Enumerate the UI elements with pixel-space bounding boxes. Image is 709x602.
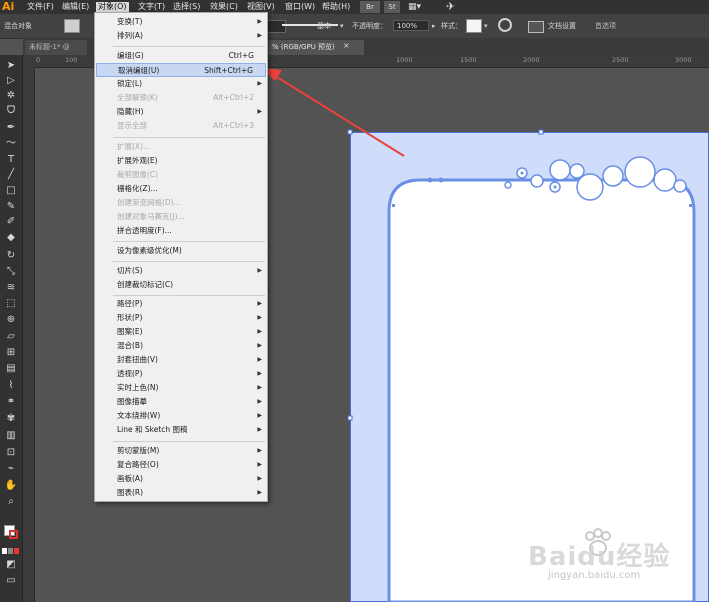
- selection-handle[interactable]: [347, 129, 353, 135]
- menu-item-unlock-all[interactable]: 全部解锁(K) Alt+Ctrl+2: [96, 91, 266, 105]
- menu-item-object-mosaic[interactable]: 创建对象马赛克(J)...: [96, 210, 266, 224]
- submenu-arrow-icon: ▶: [257, 412, 262, 419]
- menu-item-pattern[interactable]: 图案(E) ▶: [96, 325, 266, 339]
- menu-item-group[interactable]: 编组(G) Ctrl+G: [96, 49, 266, 63]
- submenu-arrow-icon: ▶: [257, 356, 262, 363]
- menu-item-live-paint[interactable]: 实时上色(N) ▶: [96, 381, 266, 395]
- menu-item-compound-path[interactable]: 复合路径(O) ▶: [96, 458, 266, 472]
- menu-item-arrange[interactable]: 排列(A) ▶: [96, 29, 266, 43]
- baidu-watermark: Baidu经验 jingyan.baidu.com: [518, 528, 688, 588]
- menu-divider: [113, 295, 265, 296]
- submenu-arrow-icon: ▶: [257, 328, 262, 335]
- menu-item-shape[interactable]: 形状(P) ▶: [96, 311, 266, 325]
- submenu-arrow-icon: ▶: [257, 267, 262, 274]
- menu-item-perspective[interactable]: 透视(P) ▶: [96, 367, 266, 381]
- menu-item-lock[interactable]: 锁定(L) ▶: [96, 77, 266, 91]
- menu-item-rasterize[interactable]: 栅格化(Z)...: [96, 182, 266, 196]
- submenu-arrow-icon: ▶: [257, 398, 262, 405]
- menu-item-slice[interactable]: 切片(S) ▶: [96, 264, 266, 278]
- menu-item-flatten-transparency[interactable]: 拼合透明度(F)...: [96, 224, 266, 238]
- submenu-arrow-icon: ▶: [257, 475, 262, 482]
- menu-item-hide[interactable]: 隐藏(H) ▶: [96, 105, 266, 119]
- menu-item-crop-image[interactable]: 裁剪图像(C): [96, 168, 266, 182]
- watermark-brand: Baidu经验: [528, 542, 671, 572]
- menu-item-expand-appearance[interactable]: 扩展外观(E): [96, 154, 266, 168]
- menu-divider: [113, 261, 265, 262]
- selection-handle[interactable]: [347, 415, 353, 421]
- menu-item-envelope-distort[interactable]: 封套扭曲(V) ▶: [96, 353, 266, 367]
- menu-divider: [113, 241, 265, 242]
- menu-item-show-all[interactable]: 显示全部 Alt+Ctrl+3: [96, 119, 266, 133]
- menu-divider: [113, 137, 265, 138]
- submenu-arrow-icon: ▶: [257, 80, 262, 87]
- menu-divider: [113, 441, 265, 442]
- submenu-arrow-icon: ▶: [257, 461, 262, 468]
- submenu-arrow-icon: ▶: [257, 370, 262, 377]
- selection-handle[interactable]: [538, 129, 544, 135]
- submenu-arrow-icon: ▶: [257, 32, 262, 39]
- submenu-arrow-icon: ▶: [257, 108, 262, 115]
- submenu-arrow-icon: ▶: [257, 384, 262, 391]
- submenu-arrow-icon: ▶: [257, 447, 262, 454]
- watermark-url: jingyan.baidu.com: [548, 570, 641, 581]
- menu-item-line-sketch[interactable]: Line 和 Sketch 图稿 ▶: [96, 423, 266, 437]
- submenu-arrow-icon: ▶: [257, 314, 262, 321]
- menu-item-image-trace[interactable]: 图像描摹 ▶: [96, 395, 266, 409]
- object-menu: 变换(T) ▶ 排列(A) ▶ 编组(G) Ctrl+G 取消编组(U) Shift+C…: [94, 12, 268, 502]
- menu-item-text-wrap[interactable]: 文本绕排(W) ▶: [96, 409, 266, 423]
- menu-item-gradient-mesh[interactable]: 创建渐变网格(D)...: [96, 196, 266, 210]
- submenu-arrow-icon: ▶: [257, 300, 262, 307]
- submenu-arrow-icon: ▶: [257, 18, 262, 25]
- submenu-arrow-icon: ▶: [257, 426, 262, 433]
- submenu-arrow-icon: ▶: [257, 342, 262, 349]
- menu-item-trim-marks[interactable]: 创建裁切标记(C): [96, 278, 266, 292]
- menu-item-pixel-perfect[interactable]: 设为像素级优化(M): [96, 244, 266, 258]
- menu-item-transform[interactable]: 变换(T) ▶: [96, 15, 266, 29]
- menu-item-graph[interactable]: 图表(R) ▶: [96, 486, 266, 500]
- menu-item-ungroup[interactable]: 取消编组(U) Shift+Ctrl+G: [96, 63, 266, 77]
- submenu-arrow-icon: ▶: [257, 489, 262, 496]
- annotation-arrow-line: [271, 73, 405, 157]
- menu-item-expand[interactable]: 扩展(X)...: [96, 140, 266, 154]
- menu-item-blend[interactable]: 混合(B) ▶: [96, 339, 266, 353]
- menu-divider: [113, 46, 265, 47]
- menu-item-artboards[interactable]: 画板(A) ▶: [96, 472, 266, 486]
- menu-item-clipping-mask[interactable]: 剪切蒙版(M) ▶: [96, 444, 266, 458]
- menu-item-path[interactable]: 路径(P) ▶: [96, 297, 266, 311]
